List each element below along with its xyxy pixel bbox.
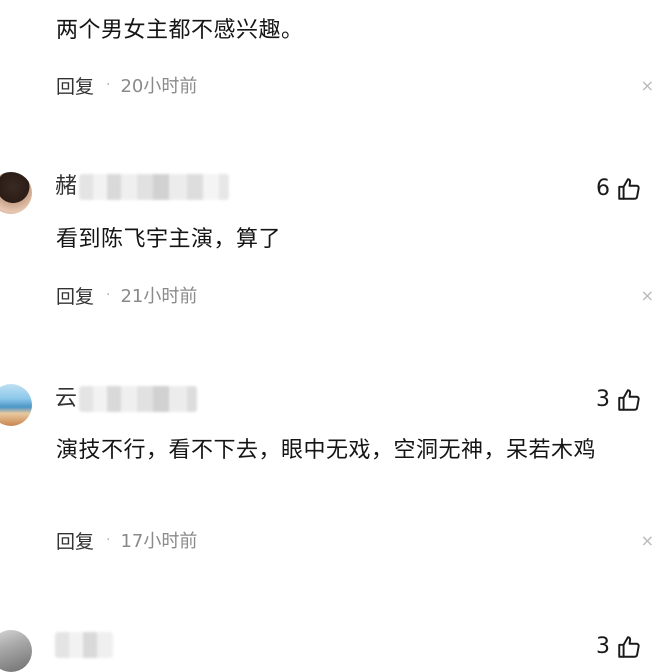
like-button[interactable]: 3	[596, 634, 642, 660]
avatar[interactable]	[0, 384, 32, 426]
close-icon[interactable]: ×	[641, 531, 654, 550]
like-count: 3	[596, 387, 610, 412]
username-initial: 赭	[55, 174, 78, 199]
thumbs-up-icon	[616, 176, 642, 202]
comment-text: 两个男女主都不感兴趣。	[56, 18, 304, 43]
username[interactable]: 云	[55, 384, 198, 414]
comment-time: 17小时前	[120, 531, 198, 552]
close-icon[interactable]: ×	[641, 76, 654, 95]
reply-button[interactable]: 回复	[56, 282, 94, 309]
like-button[interactable]: 6	[596, 176, 642, 202]
thumbs-up-icon	[616, 387, 642, 413]
comment-time: 20小时前	[120, 76, 198, 97]
username-blurred	[79, 174, 230, 200]
username[interactable]	[55, 630, 113, 660]
like-count: 3	[596, 634, 610, 659]
separator-dot: ·	[106, 287, 111, 303]
username-initial: 云	[55, 386, 78, 411]
comment-text: 看到陈飞宇主演，算了	[56, 227, 282, 252]
avatar[interactable]	[0, 172, 32, 214]
thumbs-up-icon	[616, 634, 642, 660]
comment-meta: 回复 · 20小时前	[56, 70, 640, 100]
reply-button[interactable]: 回复	[56, 72, 94, 99]
separator-dot: ·	[106, 77, 111, 93]
username[interactable]: 赭	[55, 172, 230, 202]
avatar[interactable]	[0, 630, 32, 672]
separator-dot: ·	[106, 532, 111, 548]
reply-button[interactable]: 回复	[56, 527, 94, 554]
like-count: 6	[596, 176, 610, 201]
close-icon[interactable]: ×	[641, 286, 654, 305]
comment-time: 21小时前	[120, 286, 198, 307]
comment-text: 演技不行，看不下去，眼中无戏，空洞无神，呆若木鸡	[56, 438, 597, 463]
comment-meta: 回复 · 17小时前	[56, 525, 640, 555]
like-button[interactable]: 3	[596, 387, 642, 413]
username-blurred	[79, 386, 198, 412]
username-blurred	[55, 632, 113, 658]
comment-meta: 回复 · 21小时前	[56, 280, 640, 310]
